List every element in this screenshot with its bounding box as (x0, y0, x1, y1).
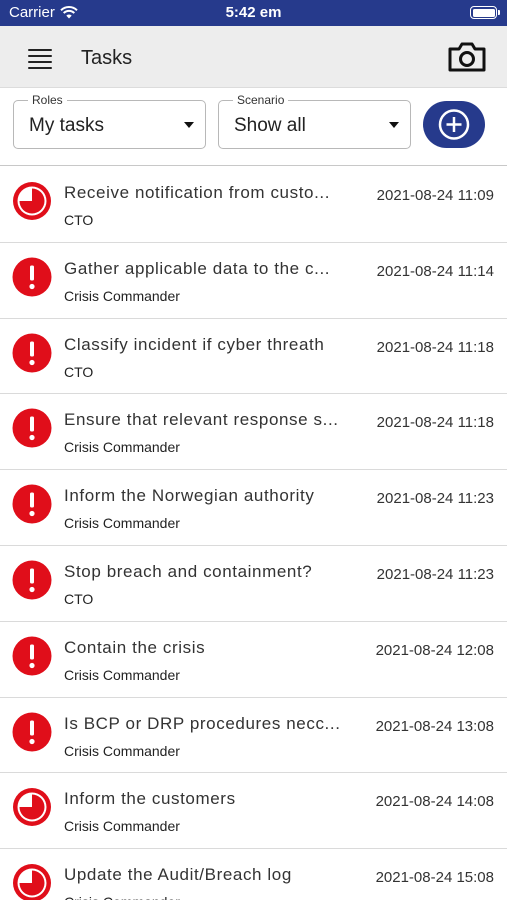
task-row[interactable]: Classify incident if cyber threath CTO 202… (0, 318, 507, 395)
status-bar: Carrier 5:42 em (0, 0, 507, 26)
caret-down-icon (184, 122, 194, 128)
task-timestamp: 2021-08-24 15:08 (375, 869, 494, 887)
task-title: Inform the customers (64, 789, 236, 809)
app-bar: Tasks (0, 26, 507, 88)
scenario-value: Show all (234, 115, 306, 136)
battery-icon (470, 6, 500, 19)
task-role: Crisis Commander (64, 666, 180, 683)
task-role: Crisis Commander (64, 894, 180, 900)
task-row[interactable]: Contain the crisis Crisis Commander 2021-0… (0, 621, 507, 698)
task-role: Crisis Commander (64, 515, 180, 532)
task-row[interactable]: Gather applicable data to the c... Crisis… (0, 242, 507, 319)
task-role: CTO (64, 363, 94, 380)
task-row[interactable]: Is BCP or DRP procedures necc... Crisis C… (0, 697, 507, 774)
task-timestamp: 2021-08-24 12:08 (375, 641, 494, 659)
task-role: Crisis Commander (64, 439, 180, 456)
alert-icon (12, 712, 52, 752)
task-title: Is BCP or DRP procedures necc... (64, 713, 341, 733)
plus-circle-icon (438, 109, 470, 140)
caret-down-icon (389, 122, 399, 128)
alert-icon (12, 636, 52, 676)
task-row[interactable]: Ensure that relevant response s... Crisis… (0, 394, 507, 471)
task-title: Update the Audit/Breach log (64, 865, 292, 885)
task-timestamp: 2021-08-24 11:09 (376, 187, 494, 204)
scenario-label: Scenario (233, 93, 289, 107)
camera-icon[interactable] (447, 40, 487, 74)
task-timestamp: 2021-08-24 11:23 (376, 490, 494, 508)
task-timestamp: 2021-08-24 11:18 (376, 414, 494, 432)
roles-value: My tasks (29, 115, 104, 136)
filter-bar: Roles My tasks Scenario Show all (0, 88, 507, 166)
status-time: 5:42 em (225, 4, 282, 21)
task-title: Inform the Norwegian authority (64, 486, 315, 506)
alert-icon (12, 560, 52, 600)
hamburger-menu-icon[interactable] (24, 45, 56, 70)
task-role: Crisis Commander (64, 287, 180, 304)
task-title: Receive notification from custo... (64, 183, 331, 202)
task-title: Classify incident if cyber threath (64, 334, 325, 354)
task-title: Contain the crisis (64, 637, 206, 657)
task-role: CTO (64, 212, 94, 228)
task-row[interactable]: Stop breach and containment? CTO 2021-08-2… (0, 545, 507, 622)
task-timestamp: 2021-08-24 13:08 (375, 717, 494, 735)
alert-icon (12, 484, 52, 524)
alert-icon (12, 257, 52, 297)
alert-icon (12, 408, 52, 448)
clock-icon (12, 181, 52, 221)
task-title: Ensure that relevant response s... (64, 410, 339, 430)
task-row[interactable]: Inform the customers Crisis Commander 2021… (0, 773, 507, 850)
task-timestamp: 2021-08-24 14:08 (375, 793, 494, 811)
task-timestamp: 2021-08-24 11:23 (376, 565, 494, 583)
clock-icon (12, 787, 52, 827)
task-title: Gather applicable data to the c... (64, 258, 331, 278)
task-row[interactable]: Inform the Norwegian authority Crisis Com… (0, 470, 507, 546)
task-row[interactable]: Update the Audit/Breach log Crisis Comman… (0, 849, 507, 900)
task-role: CTO (64, 590, 94, 607)
roles-label: Roles (28, 93, 67, 107)
task-title: Stop breach and containment? (64, 561, 313, 581)
page-title: Tasks (81, 47, 133, 69)
task-timestamp: 2021-08-24 11:14 (376, 262, 494, 280)
scenario-dropdown[interactable]: Scenario Show all (218, 93, 411, 149)
task-list: Receive notification from custo... CTO 202… (0, 167, 507, 900)
task-row[interactable]: Receive notification from custo... CTO 202… (0, 167, 507, 243)
task-role: Crisis Commander (64, 818, 180, 835)
alert-icon (12, 333, 52, 373)
add-task-button[interactable] (423, 101, 485, 148)
task-timestamp: 2021-08-24 11:18 (376, 338, 494, 356)
task-role: Crisis Commander (64, 742, 180, 759)
roles-dropdown[interactable]: Roles My tasks (13, 93, 206, 149)
clock-icon (12, 863, 52, 900)
